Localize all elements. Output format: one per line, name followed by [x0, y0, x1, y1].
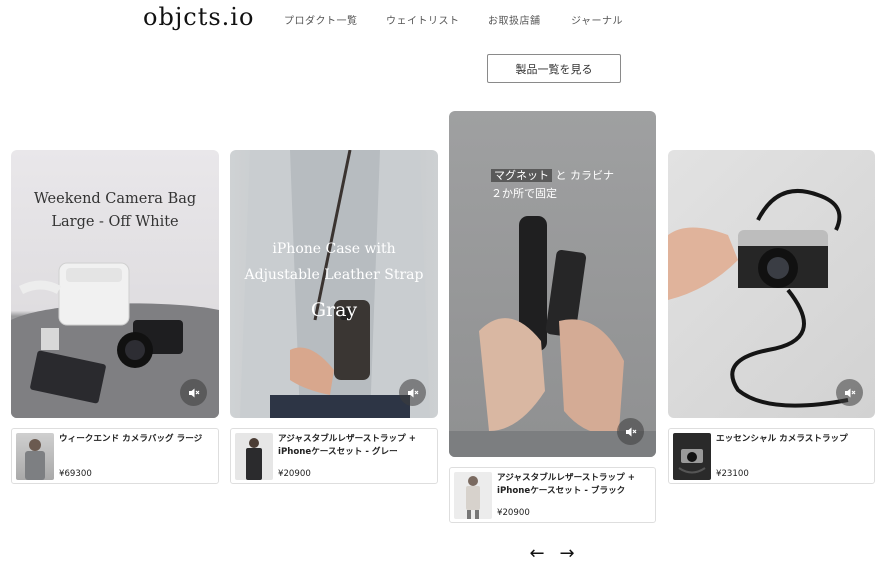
- camera-bag-photo: [11, 262, 219, 418]
- product-card-weekend-camera-bag[interactable]: ウィークエンド カメラバッグ ラージ ¥69300: [11, 428, 219, 484]
- nav-journal[interactable]: ジャーナル: [571, 12, 623, 27]
- mute-toggle-button[interactable]: [180, 379, 207, 406]
- nav-waitlist[interactable]: ウェイトリスト: [386, 12, 460, 27]
- camera-strap-photo: [668, 189, 849, 408]
- product-price: ¥20900: [497, 508, 530, 518]
- view-all-products-button[interactable]: 製品一覧を見る: [487, 54, 621, 83]
- product-card-leather-strap-gray[interactable]: アジャスタブルレザーストラップ + iPhoneケースセット - グレー ¥20…: [230, 428, 438, 484]
- product-thumbnail: [454, 472, 492, 519]
- product-video-leather-strap-black[interactable]: マグネット と カラビナ ２か所で固定: [449, 111, 656, 457]
- product-card-leather-strap-black[interactable]: アジャスタブルレザーストラップ + iPhoneケースセット - ブラック ¥2…: [449, 467, 656, 523]
- mute-speaker-icon: [625, 427, 636, 436]
- mute-toggle-button[interactable]: [836, 379, 863, 406]
- product-price: ¥23100: [716, 469, 749, 479]
- main-nav: プロダクト一覧 ウェイトリスト お取扱店舗 ジャーナル: [0, 12, 886, 28]
- product-name: アジャスタブルレザーストラップ + iPhoneケースセット - ブラック: [497, 473, 635, 496]
- video-overlay-caption: マグネット と カラビナ ２か所で固定: [491, 169, 614, 200]
- nav-stores[interactable]: お取扱店舗: [488, 12, 541, 27]
- product-card-essential-camera-strap[interactable]: エッセンシャル カメラストラップ ¥23100: [668, 428, 875, 484]
- mute-speaker-icon: [188, 388, 199, 397]
- mute-toggle-button[interactable]: [617, 418, 644, 445]
- product-price: ¥20900: [278, 469, 311, 479]
- product-video-weekend-camera-bag[interactable]: Weekend Camera Bag Large - Off White: [11, 150, 219, 418]
- product-thumbnail: [673, 433, 711, 480]
- product-name: アジャスタブルレザーストラップ + iPhoneケースセット - グレー: [278, 434, 416, 457]
- product-thumbnail: [16, 433, 54, 480]
- product-video-leather-strap-gray[interactable]: iPhone Case with Adjustable Leather Stra…: [230, 150, 438, 418]
- product-video-essential-camera-strap[interactable]: [668, 150, 875, 418]
- video-overlay-title: iPhone Case with Adjustable Leather Stra…: [244, 241, 424, 321]
- mute-speaker-icon: [844, 388, 855, 397]
- mute-speaker-icon: [407, 388, 418, 397]
- mute-toggle-button[interactable]: [399, 379, 426, 406]
- hands-with-phone-photo: [449, 216, 656, 457]
- product-name: ウィークエンド カメラバッグ ラージ: [59, 434, 203, 444]
- product-thumbnail: [235, 433, 273, 480]
- carousel-next-button[interactable]: →: [556, 542, 578, 564]
- product-name: エッセンシャル カメラストラップ: [716, 434, 848, 444]
- nav-products[interactable]: プロダクト一覧: [284, 12, 358, 27]
- carousel-prev-button[interactable]: ←: [526, 542, 548, 564]
- product-price: ¥69300: [59, 469, 92, 479]
